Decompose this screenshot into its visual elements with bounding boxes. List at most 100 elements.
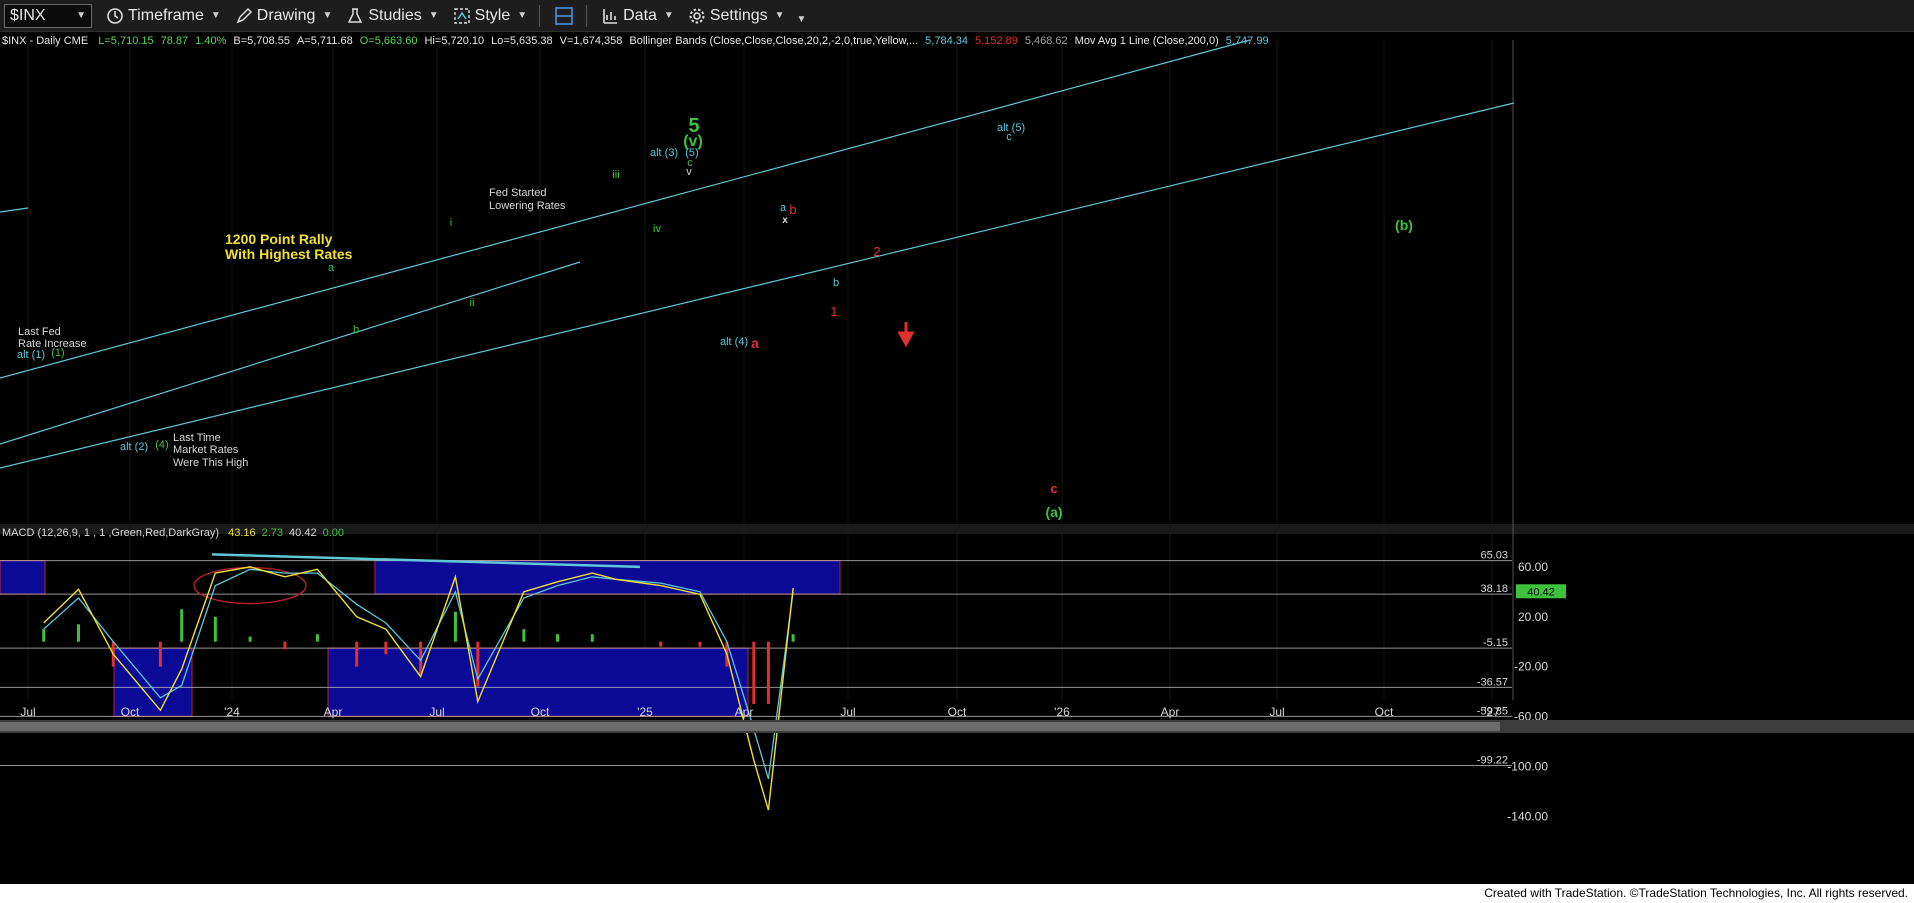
wave-label: alt (1) bbox=[17, 349, 45, 361]
toolbar-divider bbox=[586, 4, 588, 27]
header-stat: 5,152.89 bbox=[975, 35, 1018, 47]
header-stat: Hi=5,720.10 bbox=[425, 35, 485, 47]
symbol-input[interactable]: $INX ▼ bbox=[4, 3, 92, 28]
copyright-text: Created with TradeStation. ©TradeStation… bbox=[1484, 886, 1908, 900]
macd-level-label: -36.57 bbox=[1477, 676, 1508, 688]
wave-label: x bbox=[782, 215, 788, 226]
macd-tag-label: 40.42 bbox=[1527, 586, 1555, 598]
macd-level-label: -99.22 bbox=[1477, 754, 1508, 766]
wave-label: a bbox=[780, 202, 787, 214]
wave-label: alt (4) bbox=[720, 336, 748, 348]
panel-divider bbox=[0, 524, 1914, 534]
wave-label: With Highest Rates bbox=[225, 246, 353, 262]
macd-tick-label: -140.00 bbox=[1507, 809, 1548, 823]
chart-title: $INX - Daily CME L=5,710.15 78.87 1.40% B=5… bbox=[2, 35, 1269, 47]
time-tick-label: Jul bbox=[840, 705, 855, 719]
scrollbar-thumb bbox=[0, 722, 1500, 731]
wave-label: i bbox=[450, 217, 452, 229]
time-tick-label: Jul bbox=[429, 705, 444, 719]
wave-label: iii bbox=[612, 169, 619, 181]
time-tick-label: '26 bbox=[1054, 705, 1070, 719]
wave-label: 1200 Point Rally bbox=[225, 231, 333, 247]
wave-label: Last Fed bbox=[18, 326, 61, 338]
grid bbox=[0, 40, 1914, 700]
chevron-down-icon: ▼ bbox=[774, 10, 785, 21]
macd-panel: 65.0338.18-5.15-36.57-59.85-99.2260.0020… bbox=[0, 527, 1566, 823]
wave-label: alt (2) bbox=[120, 441, 148, 453]
down-arrow-icon bbox=[897, 322, 915, 348]
settings-button[interactable]: Settings ▼ ▼ bbox=[688, 6, 807, 25]
wave-label: c bbox=[1050, 481, 1057, 496]
timeframe-button[interactable]: Timeframe ▼ bbox=[106, 7, 221, 25]
time-tick-label: '24 bbox=[224, 705, 240, 719]
macd-tick-label: -20.00 bbox=[1514, 660, 1548, 674]
style-label: Style bbox=[474, 6, 511, 24]
wave-label: c bbox=[1006, 131, 1012, 143]
wave-label: b bbox=[789, 202, 796, 217]
drawing-button[interactable]: Drawing ▼ bbox=[235, 6, 333, 25]
wave-label: a bbox=[751, 335, 759, 351]
time-tick-label: '25 bbox=[637, 705, 653, 719]
toolbar: $INX ▼ Timeframe ▼ Drawing ▼ Studies ▼ Styl… bbox=[0, 0, 1914, 32]
channel-line bbox=[0, 261, 581, 445]
style-icon bbox=[453, 7, 470, 24]
header-stat: 5,747.99 bbox=[1226, 35, 1269, 47]
macd-value: 43.16 bbox=[228, 527, 256, 539]
wave-labels: Last FedRate Increasealt (1) (1)alt (2) (4… bbox=[17, 115, 1413, 520]
macd-value: 40.42 bbox=[289, 527, 317, 539]
macd-tick-label: 60.00 bbox=[1518, 560, 1548, 574]
style-button[interactable]: Style ▼ bbox=[453, 7, 527, 25]
header-stat: 1.40% bbox=[195, 35, 226, 47]
wave-label: Last Time bbox=[173, 432, 221, 444]
chevron-down-icon: ▼ bbox=[663, 10, 674, 21]
data-label: Data bbox=[623, 6, 657, 24]
header-stat: 5,468.62 bbox=[1025, 35, 1068, 47]
symbol-value: $INX bbox=[10, 6, 46, 24]
drawing-label: Drawing bbox=[256, 6, 316, 24]
header-stat: 5,784.34 bbox=[925, 35, 968, 47]
chevron-down-icon: ▼ bbox=[322, 10, 333, 21]
macd-level-label: 65.03 bbox=[1480, 550, 1508, 562]
macd-level-label: 38.18 bbox=[1480, 583, 1508, 595]
chart-header: $INX - Daily CME L=5,710.15 78.87 1.40% B=5… bbox=[2, 35, 1269, 47]
wave-label: (1) bbox=[51, 347, 64, 359]
wave-label: (a) bbox=[1045, 504, 1062, 520]
time-tick-label: Oct bbox=[1375, 705, 1394, 719]
header-stat: B=5,708.55 bbox=[233, 35, 290, 47]
macd-box bbox=[0, 560, 46, 595]
time-tick-label: Jul bbox=[20, 705, 35, 719]
chevron-down-icon[interactable]: ▼ bbox=[76, 10, 86, 21]
header-stat: Lo=5,635.38 bbox=[491, 35, 552, 47]
wave-label: (b) bbox=[1395, 217, 1413, 233]
studies-button[interactable]: Studies ▼ bbox=[346, 7, 439, 25]
wave-label: b bbox=[353, 324, 359, 336]
layout-button[interactable] bbox=[554, 6, 574, 26]
time-tick-label: '27 bbox=[1484, 705, 1500, 719]
chevron-down-icon: ▼ bbox=[517, 10, 528, 21]
clock-icon bbox=[107, 7, 123, 24]
timeframe-label: Timeframe bbox=[128, 6, 204, 24]
flask-icon bbox=[348, 7, 363, 23]
time-tick-label: Oct bbox=[948, 705, 967, 719]
time-tick-label: Oct bbox=[121, 705, 140, 719]
wave-label: b bbox=[833, 277, 839, 289]
wave-label: v bbox=[686, 166, 692, 178]
header-stat: L=5,710.15 bbox=[98, 35, 153, 47]
layout-icon bbox=[555, 6, 573, 25]
chevron-down-icon: ▼ bbox=[428, 10, 439, 21]
wave-label: ii bbox=[470, 297, 475, 309]
macd-tick-label: -100.00 bbox=[1507, 759, 1548, 773]
time-tick-label: Apr bbox=[324, 705, 343, 719]
macd-tick-label: 20.00 bbox=[1518, 610, 1548, 624]
data-button[interactable]: Data ▼ bbox=[601, 7, 674, 25]
settings-label: Settings bbox=[709, 6, 768, 24]
header-stat: Bollinger Bands (Close,Close,Close,20,2,… bbox=[629, 35, 918, 47]
chevron-down-icon: ▼ bbox=[796, 14, 807, 25]
header-stat: 78.87 bbox=[161, 35, 189, 47]
chart-canvas[interactable]: 461.80% (6,620.90)400.00% (6,244.58)361.… bbox=[0, 31, 1914, 884]
wave-label: Were This High bbox=[173, 457, 248, 469]
wave-label: a bbox=[328, 262, 335, 274]
macd-level-label: -5.15 bbox=[1483, 637, 1508, 649]
wave-label: Fed Started bbox=[489, 187, 546, 199]
bar-chart-icon bbox=[603, 8, 618, 24]
